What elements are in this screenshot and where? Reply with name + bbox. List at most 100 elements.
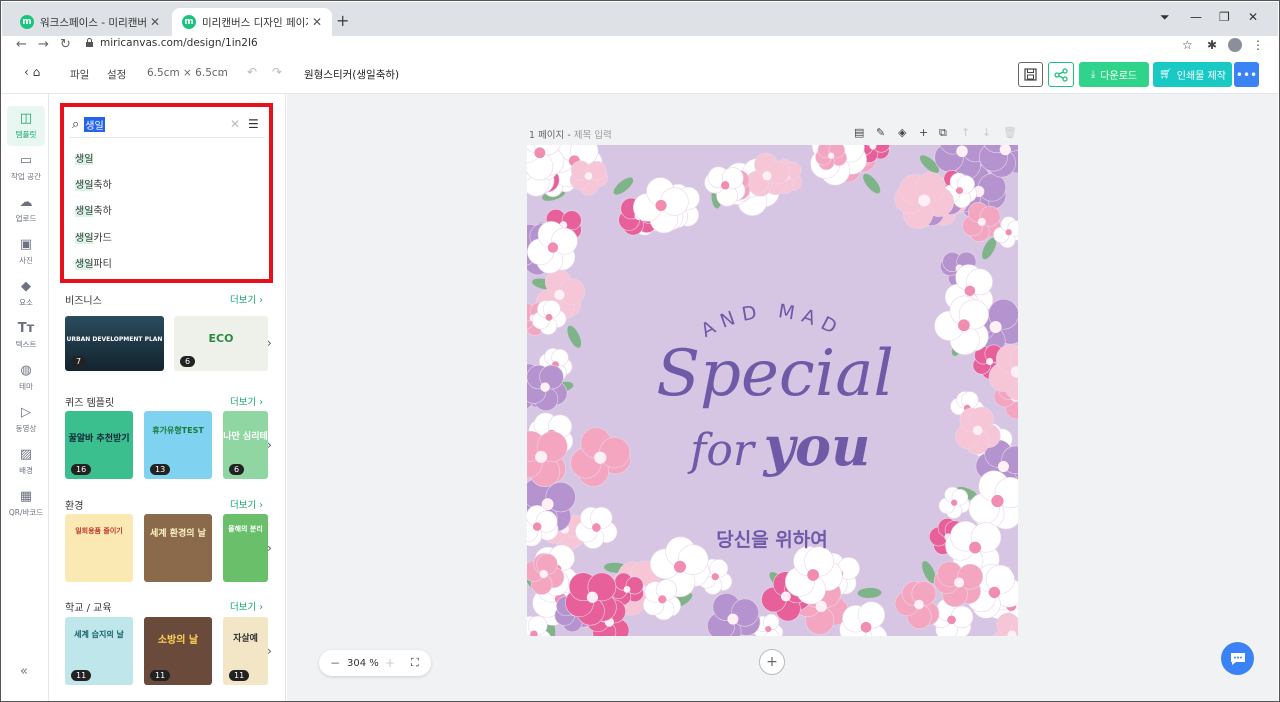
add-page-icon[interactable]: + [919,126,928,139]
zoom-in-icon[interactable]: + [385,656,395,670]
suggestion-item[interactable]: 생일카드 [75,229,112,244]
move-down-icon[interactable]: ↓ [982,126,991,139]
template-thumbnail[interactable]: 자살예 11 [223,617,268,685]
page-count-badge: 11 [71,670,92,681]
browser-tab-design[interactable]: m 미리캔버스 디자인 페이지 ✕ [172,8,332,36]
page-title-input[interactable]: 제목 입력 [574,130,612,141]
rail-item-workspace[interactable]: ▭ 작업 공간 [7,148,45,188]
see-more-link[interactable]: 더보기 › [230,599,263,613]
zoom-level[interactable]: 304 % [347,658,379,669]
back-icon[interactable]: ← [16,36,27,54]
rail-item-theme[interactable]: ◍ 테마 [7,358,45,398]
menu-file[interactable]: 파일 [70,67,89,82]
see-more-link[interactable]: 더보기 › [230,292,263,306]
close-tab-icon[interactable]: ✕ [150,15,160,29]
suggestion-item[interactable]: 생일파티 [75,255,112,270]
search-query-text[interactable]: 생일 [84,116,105,132]
chat-support-button[interactable] [1221,642,1254,675]
template-thumbnail[interactable]: 세계 습지의 날 11 [65,617,133,685]
left-icon-rail: ◫ 템플릿 ▭ 작업 공간 ☁ 업로드 ▣ 사진 ◆ 요소 Tт 텍스트 ◍ 테… [2,94,49,701]
template-thumbnail[interactable]: 일회용품 줄이기 [65,514,133,582]
download-button[interactable]: ⤓ 다운로드 [1079,62,1149,87]
arc-text[interactable]: AND MAD [697,300,846,342]
template-thumbnail[interactable]: 소방의 날 11 [144,617,212,685]
forward-icon[interactable]: → [38,36,49,54]
template-thumbnail[interactable]: 나만 심리테 6 [223,411,268,479]
tab-search-icon[interactable]: ⏷ [1160,10,1170,25]
close-tab-icon[interactable]: ✕ [312,15,322,29]
chevron-down-icon[interactable]: ⌄ [217,67,226,79]
clear-search-icon[interactable]: ✕ [230,117,240,131]
maximize-icon[interactable]: ❐ [1219,10,1230,24]
browser-tab-workspace[interactable]: m 워크스페이스 - 미리캔버스 ✕ [10,8,170,36]
script-headline-you[interactable]: you [763,414,871,478]
chevron-right-icon[interactable]: › [267,438,272,452]
page-memo-icon[interactable]: ▤ [854,126,864,139]
reload-icon[interactable]: ↻ [60,36,71,54]
search-input[interactable]: ⌕ 생일 ✕ ☰ [72,113,260,135]
section-title-business: 비즈니스 [65,296,102,307]
rail-item-upload[interactable]: ☁ 업로드 [7,190,45,230]
template-thumbnail[interactable]: 휴가유형TEST 13 [144,411,212,479]
rail-item-video[interactable]: ▷ 동영상 [7,400,45,440]
script-headline-for[interactable]: for [687,425,757,476]
template-thumbnail[interactable]: 세계 환경의 날 [144,514,212,582]
design-text-layer: AND MAD Special for you 당신을 위하여 [656,300,894,551]
rail-item-elements[interactable]: ◆ 요소 [7,274,45,314]
download-icon: ⤓ [1090,69,1096,80]
zoom-out-icon[interactable]: − [330,656,340,670]
filter-icon[interactable]: ☰ [248,117,259,131]
rail-item-photo[interactable]: ▣ 사진 [7,232,45,272]
browser-menu-icon[interactable]: ⋮ [1252,36,1264,54]
page-count-badge: 6 [180,356,196,367]
rail-item-template[interactable]: ◫ 템플릿 [7,106,45,146]
see-more-link[interactable]: 더보기 › [230,394,263,408]
document-title[interactable]: 원형스티커(생일축하) [304,67,399,82]
menu-settings[interactable]: 설정 [107,67,126,82]
rail-item-background[interactable]: ▨ 배경 [7,442,45,482]
chevron-right-icon[interactable]: › [267,336,272,350]
minimize-icon[interactable]: — [1190,10,1202,24]
rail-item-qr[interactable]: ▦ QR/바코드 [7,484,45,524]
script-headline-special[interactable]: Special [656,337,894,411]
move-up-icon[interactable]: ↑ [961,126,970,139]
suggestion-item[interactable]: 생일축하 [75,202,112,217]
template-thumbnail[interactable]: 올해의 분리 [223,514,268,582]
profile-avatar[interactable] [1228,38,1242,52]
template-thumbnail[interactable]: URBAN DEVELOPMENT PLAN 7 [65,316,164,371]
save-button[interactable] [1018,62,1043,87]
rail-label: 배경 [19,466,33,475]
new-tab-icon[interactable]: + [336,11,349,30]
more-options-button[interactable]: ••• [1234,62,1259,87]
suggestion-item[interactable]: 생일축하 [75,176,112,191]
fill-icon[interactable]: ◈ [898,126,906,139]
redo-icon[interactable]: ↷ [272,65,282,79]
bookmark-star-icon[interactable]: ☆ [1182,36,1193,54]
divider [70,137,265,138]
see-more-link[interactable]: 더보기 › [230,497,263,511]
duplicate-icon[interactable]: ⧉ [939,126,947,140]
template-thumbnail[interactable]: 꿀알바 추천받기 16 [65,411,133,479]
add-page-button[interactable]: + [759,649,785,675]
korean-subtitle[interactable]: 당신을 위하여 [716,529,828,551]
print-order-button[interactable]: 🛒︎ 인쇄물 제작 [1153,62,1232,87]
eyedropper-icon[interactable]: ✎ [876,126,885,139]
chevron-right-icon[interactable]: › [267,644,272,658]
chevron-right-icon[interactable]: › [267,541,272,555]
url-text[interactable]: miricanvas.com/design/1in2I6 [100,37,258,49]
design-canvas[interactable]: AND MAD Special for you 당신을 위하여 [527,145,1018,636]
template-thumbnail[interactable]: ECO 6 [174,316,268,371]
thumbnail-text: 휴가유형TEST [152,426,204,435]
home-icon[interactable]: ‹ ⌂ [24,65,40,79]
fit-screen-icon[interactable]: ⛶ [411,656,419,670]
collapse-panel-icon[interactable]: « [20,664,28,679]
rail-item-text[interactable]: Tт 텍스트 [7,316,45,356]
canvas-size-select[interactable]: 6.5cm × 6.5cm [147,67,228,79]
suggestion-item[interactable]: 생일 [75,150,94,165]
close-window-icon[interactable]: ✕ [1248,10,1258,24]
delete-icon[interactable]: 🗑︎ [1003,126,1017,139]
share-button[interactable] [1048,62,1074,87]
print-label: 인쇄물 제작 [1176,71,1226,82]
extensions-icon[interactable]: ✱ [1207,36,1217,54]
undo-icon[interactable]: ↶ [247,65,257,79]
